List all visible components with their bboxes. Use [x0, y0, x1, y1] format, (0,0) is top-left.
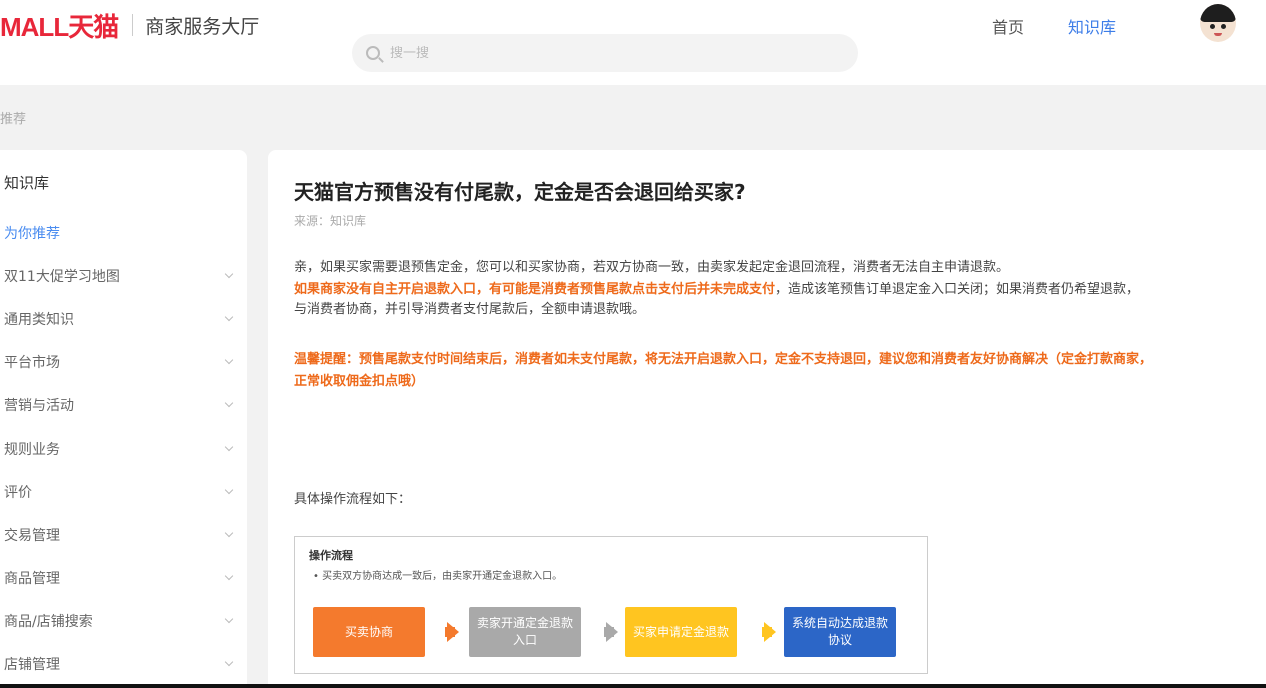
sidebar-item-label: 评价: [4, 485, 32, 501]
chevron-down-icon: [224, 528, 234, 538]
sidebar-item-label: 营销与活动: [4, 398, 74, 414]
chevron-down-icon: [224, 312, 234, 322]
sidebar: 知识库 为你推荐 双11大促学习地图 通用类知识 平台市场 营销与活动 规则业务…: [0, 150, 247, 688]
breadcrumb[interactable]: 推荐: [0, 108, 26, 127]
sidebar-item-goods[interactable]: 商品管理: [4, 565, 240, 591]
warning-text: 正常收取佣金扣点哦）: [294, 374, 425, 389]
chevron-down-icon: [224, 571, 234, 581]
sidebar-item-review[interactable]: 评价: [4, 479, 240, 505]
article-paragraph: 亲，如果买家需要退预售定金，您可以和买家协商，若双方协商一致，由卖家发起定金退回…: [294, 260, 1010, 275]
arrow-right-icon: [445, 622, 459, 642]
chevron-down-icon: [224, 355, 234, 365]
highlight-text: 如果商家没有自主开启退款入口，有可能是消费者预售尾款点击支付后并未完成支付: [294, 282, 776, 297]
sidebar-item-marketing[interactable]: 营销与活动: [4, 392, 240, 418]
sidebar-item-label: 商品管理: [4, 571, 60, 587]
nav-home[interactable]: 首页: [992, 14, 1024, 38]
logo-divider: [132, 14, 134, 36]
sidebar-item-label: 为你推荐: [4, 226, 60, 242]
flow-step: 买卖协商: [313, 607, 425, 657]
sidebar-item-label: 交易管理: [4, 528, 60, 544]
flow-step: 系统自动达成退款协议: [784, 607, 896, 657]
avatar-eye: [1210, 24, 1215, 29]
sidebar-item-recommend[interactable]: 为你推荐: [4, 220, 240, 246]
avatar-mouth: [1214, 33, 1222, 36]
search-input[interactable]: [390, 45, 790, 61]
avatar-hair: [1200, 4, 1236, 22]
chevron-down-icon: [224, 269, 234, 279]
paragraph-text: ，造成该笔预售订单退定金入口关闭；如果消费者仍希望退款，: [775, 282, 1140, 297]
tmall-logo[interactable]: MALL天猫 商家服务大厅: [0, 10, 260, 42]
sidebar-item-label: 规则业务: [4, 442, 60, 458]
warning-text: 温馨提醒：预售尾款支付时间结束后，消费者如未支付尾款，将无法开启退款入口，定金不…: [294, 352, 1153, 367]
sidebar-item-search[interactable]: 商品/店铺搜索: [4, 608, 240, 634]
flow-note: • 买卖双方协商达成一致后，由卖家开通定金退款入口。: [313, 571, 563, 582]
sidebar-item-trade[interactable]: 交易管理: [4, 522, 240, 548]
flow-title: 操作流程: [309, 549, 353, 562]
search-icon: [366, 46, 380, 60]
arrow-right-icon: [762, 622, 776, 642]
avatar[interactable]: [1200, 4, 1236, 42]
chevron-down-icon: [224, 442, 234, 452]
sidebar-item-label: 商品/店铺搜索: [4, 614, 93, 630]
sidebar-item-label: 平台市场: [4, 355, 60, 371]
sidebar-item-double11[interactable]: 双11大促学习地图: [4, 263, 240, 289]
avatar-eye: [1221, 24, 1226, 29]
chevron-down-icon: [224, 485, 234, 495]
steps-intro: 具体操作流程如下：: [294, 492, 412, 507]
sidebar-item-label: 店铺管理: [4, 657, 60, 673]
chevron-down-icon: [224, 614, 234, 624]
chevron-down-icon: [224, 657, 234, 667]
sidebar-title: 知识库: [4, 174, 50, 192]
arrow-right-icon: [604, 622, 618, 642]
flow-step: 买家申请定金退款: [625, 607, 737, 657]
flow-step: 卖家开通定金退款入口: [469, 607, 581, 657]
nav-knowledge-base[interactable]: 知识库: [1068, 14, 1116, 38]
flow-diagram: 操作流程 • 买卖双方协商达成一致后，由卖家开通定金退款入口。 买卖协商 卖家开…: [294, 536, 928, 674]
article-panel: 天猫官方预售没有付尾款，定金是否会退回给买家? 来源：知识库 亲，如果买家需要退…: [268, 150, 1266, 688]
top-header: MALL天猫 商家服务大厅 首页 知识库: [0, 0, 1266, 85]
article-paragraph: 与消费者协商，并引导消费者支付尾款后，全额申请退款哦。: [294, 302, 646, 317]
chevron-down-icon: [224, 398, 234, 408]
logo-text: MALL天猫: [0, 11, 119, 42]
search-bar[interactable]: [352, 34, 858, 72]
article-paragraph: 如果商家没有自主开启退款入口，有可能是消费者预售尾款点击支付后并未完成支付，造成…: [294, 280, 1139, 300]
article-source: 来源：知识库: [294, 214, 367, 228]
window-bottom-edge: [0, 684, 1266, 688]
sidebar-item-general[interactable]: 通用类知识: [4, 306, 240, 332]
sidebar-item-rules[interactable]: 规则业务: [4, 436, 240, 462]
sidebar-item-label: 双11大促学习地图: [4, 269, 120, 285]
site-subtitle: 商家服务大厅: [145, 15, 260, 38]
article-title: 天猫官方预售没有付尾款，定金是否会退回给买家?: [294, 180, 746, 204]
sidebar-item-shop[interactable]: 店铺管理: [4, 651, 240, 677]
sidebar-item-market[interactable]: 平台市场: [4, 349, 240, 375]
sidebar-item-label: 通用类知识: [4, 312, 74, 328]
